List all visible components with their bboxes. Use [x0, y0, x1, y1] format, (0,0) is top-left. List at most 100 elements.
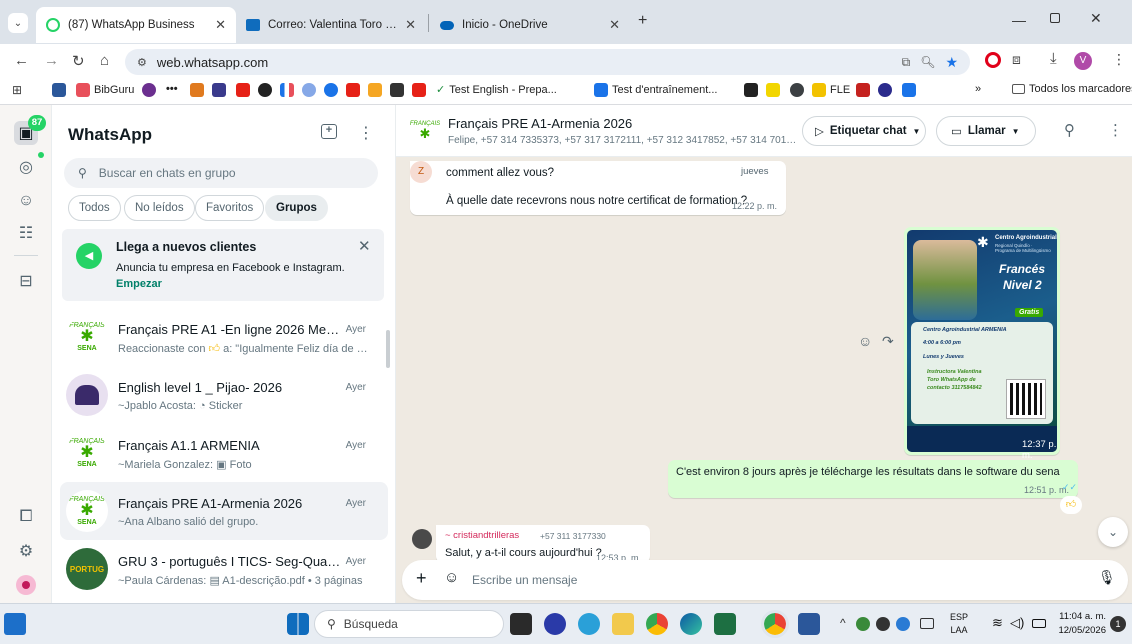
apps-grid-icon[interactable]: ⊞: [12, 83, 22, 97]
wifi-icon[interactable]: ≋: [992, 615, 1003, 631]
tab-onedrive[interactable]: Inicio - OneDrive ✕: [430, 7, 630, 43]
forward-arrow-icon[interactable]: →: [44, 52, 59, 69]
chat-row[interactable]: PORTUG GRU 3 - português I TICS- Seg-Qua…: [52, 540, 395, 598]
bookmark-icon[interactable]: [766, 83, 780, 97]
react-emoji-icon[interactable]: ☺: [858, 333, 872, 349]
zoom-icon[interactable]: 🔍︎: [920, 55, 935, 69]
close-tab-icon[interactable]: ✕: [609, 17, 620, 33]
message-input[interactable]: Escribe un mensaje: [472, 573, 577, 587]
file-explorer-icon[interactable]: [612, 613, 634, 635]
back-arrow-icon[interactable]: ←: [14, 52, 29, 69]
bookmark-icon[interactable]: [280, 83, 294, 97]
bookmark-icon[interactable]: [856, 83, 870, 97]
communities-icon[interactable]: ☷: [14, 221, 38, 245]
bookmark-fle[interactable]: FLE: [812, 83, 850, 97]
promo-link[interactable]: Empezar: [116, 278, 162, 290]
profile-avatar[interactable]: [16, 575, 36, 595]
chrome-icon[interactable]: [646, 613, 668, 635]
new-tab-button[interactable]: +: [638, 12, 647, 30]
bookmark-favicon[interactable]: [52, 83, 66, 97]
download-icon[interactable]: ⤓: [1050, 50, 1057, 67]
status-icon[interactable]: ◎: [14, 155, 38, 179]
bookmark-icon[interactable]: [302, 83, 316, 97]
chat-row[interactable]: English level 1 _ Pijao- 2026 Ayer ~Jpab…: [52, 366, 395, 424]
chat-title[interactable]: Français PRE A1-Armenia 2026: [448, 116, 632, 131]
filter-unread[interactable]: No leídos: [124, 195, 195, 221]
edge-icon[interactable]: [680, 613, 702, 635]
bookmark-icon[interactable]: [324, 83, 338, 97]
windows-start-icon[interactable]: [287, 613, 309, 635]
search-box[interactable]: ⚲ Buscar en chats en grupo: [64, 158, 378, 188]
language-indicator[interactable]: ESP LAA: [950, 611, 968, 637]
bookmark-icon[interactable]: •••: [166, 83, 178, 95]
minimize-icon[interactable]: —: [1012, 12, 1026, 28]
attach-plus-icon[interactable]: +: [416, 568, 427, 589]
bookmark-icon[interactable]: [368, 83, 382, 97]
bookmark-test-english[interactable]: ✓ Test English - Prepa...: [436, 83, 557, 97]
filter-favorites[interactable]: Favoritos: [195, 195, 265, 221]
catalog-icon[interactable]: ⊟: [14, 269, 38, 293]
sender-name[interactable]: ~ cristiandtrilleras: [445, 530, 519, 541]
tab-outlook[interactable]: Correo: Valentina Toro Gomez - ✕: [236, 7, 426, 43]
bookmark-star-icon[interactable]: ★: [945, 54, 958, 71]
tray-app-icon[interactable]: [876, 617, 890, 631]
bookmark-bibguru[interactable]: BibGuru: [76, 83, 134, 97]
excel-icon[interactable]: [714, 613, 736, 635]
bookmark-icon[interactable]: [790, 83, 804, 97]
meet-icon[interactable]: [544, 613, 566, 635]
tray-app-icon[interactable]: [896, 617, 910, 631]
media-icon[interactable]: ⧠: [14, 505, 38, 529]
reaction-thumbs-up-icon[interactable]: 👍︎: [1060, 496, 1082, 514]
panel-menu-icon[interactable]: ⋮: [358, 123, 374, 143]
incoming-message[interactable]: ~ cristiandtrilleras +57 311 3177330 Sal…: [436, 525, 650, 563]
opera-extension-icon[interactable]: [985, 52, 1001, 68]
microphone-icon[interactable]: 🎙︎: [1098, 569, 1116, 586]
settings-gear-icon[interactable]: ⚙: [14, 539, 38, 563]
bookmark-test-entrainement[interactable]: Test d'entraînement...: [594, 83, 717, 97]
extensions-puzzle-icon[interactable]: ⧈: [1012, 51, 1021, 68]
notification-badge[interactable]: 1: [1110, 616, 1126, 632]
tab-whatsapp[interactable]: (87) WhatsApp Business ✕: [36, 7, 236, 43]
profile-avatar[interactable]: V: [1074, 52, 1092, 70]
keyboard-icon[interactable]: [920, 618, 934, 629]
bookmark-icon[interactable]: [390, 83, 404, 97]
all-bookmarks-folder[interactable]: Todos los marcadores: [1012, 83, 1132, 95]
channels-icon[interactable]: ☺: [14, 189, 38, 213]
bookmark-icon[interactable]: [142, 83, 156, 97]
browser-menu-icon[interactable]: ⋮: [1112, 51, 1126, 68]
chat-list-scrollbar[interactable]: [386, 330, 390, 368]
filter-all[interactable]: Todos: [68, 195, 121, 221]
battery-icon[interactable]: [1032, 619, 1046, 628]
label-chat-button[interactable]: ▷ Etiquetar chat ▼: [802, 116, 926, 146]
bookmark-icon[interactable]: [744, 83, 758, 97]
outgoing-image-message[interactable]: ✱ Centro Agroindustrial Regional Quindío…: [904, 227, 1060, 461]
bookmark-icon[interactable]: [878, 83, 892, 97]
restore-icon[interactable]: [1050, 13, 1060, 23]
volume-icon[interactable]: ◁): [1010, 615, 1024, 631]
home-icon[interactable]: ⌂: [100, 52, 109, 69]
close-promo-icon[interactable]: ✕: [358, 237, 371, 255]
close-tab-icon[interactable]: ✕: [405, 17, 416, 33]
group-avatar[interactable]: FRANÇAIS ✱: [408, 113, 442, 147]
filter-groups[interactable]: Grupos: [265, 195, 328, 221]
forward-icon[interactable]: ↷: [882, 333, 894, 350]
taskbar-search-box[interactable]: ⚲ Búsqueda: [314, 610, 504, 638]
tray-chevron-icon[interactable]: ^: [840, 616, 846, 630]
new-chat-icon[interactable]: +: [321, 124, 337, 139]
bookmark-icon[interactable]: [190, 83, 204, 97]
youtube-icon[interactable]: [346, 83, 360, 97]
reload-icon[interactable]: ↻: [72, 52, 85, 70]
chat-row[interactable]: FRANÇAIS ✱ SENA Français A1.1 ARMENIA Ayer…: [52, 424, 395, 482]
tab-search-button[interactable]: ⌄: [8, 13, 28, 33]
more-bookmarks-icon[interactable]: »: [975, 83, 981, 95]
emoji-icon[interactable]: ☺: [444, 569, 459, 586]
scroll-down-button[interactable]: ⌄: [1098, 517, 1128, 547]
close-window-icon[interactable]: ✕: [1090, 10, 1102, 27]
chat-row-selected[interactable]: FRANÇAIS ✱ SENA Français PRE A1-Armenia 20…: [60, 482, 388, 540]
install-app-icon[interactable]: ⧉: [902, 55, 911, 70]
incoming-message[interactable]: Z comment allez vous? jueves À quelle da…: [410, 161, 786, 215]
tray-app-icon[interactable]: [856, 617, 870, 631]
word-icon[interactable]: [798, 613, 820, 635]
search-icon[interactable]: ⚲: [1064, 121, 1075, 139]
youtube-icon[interactable]: [412, 83, 426, 97]
